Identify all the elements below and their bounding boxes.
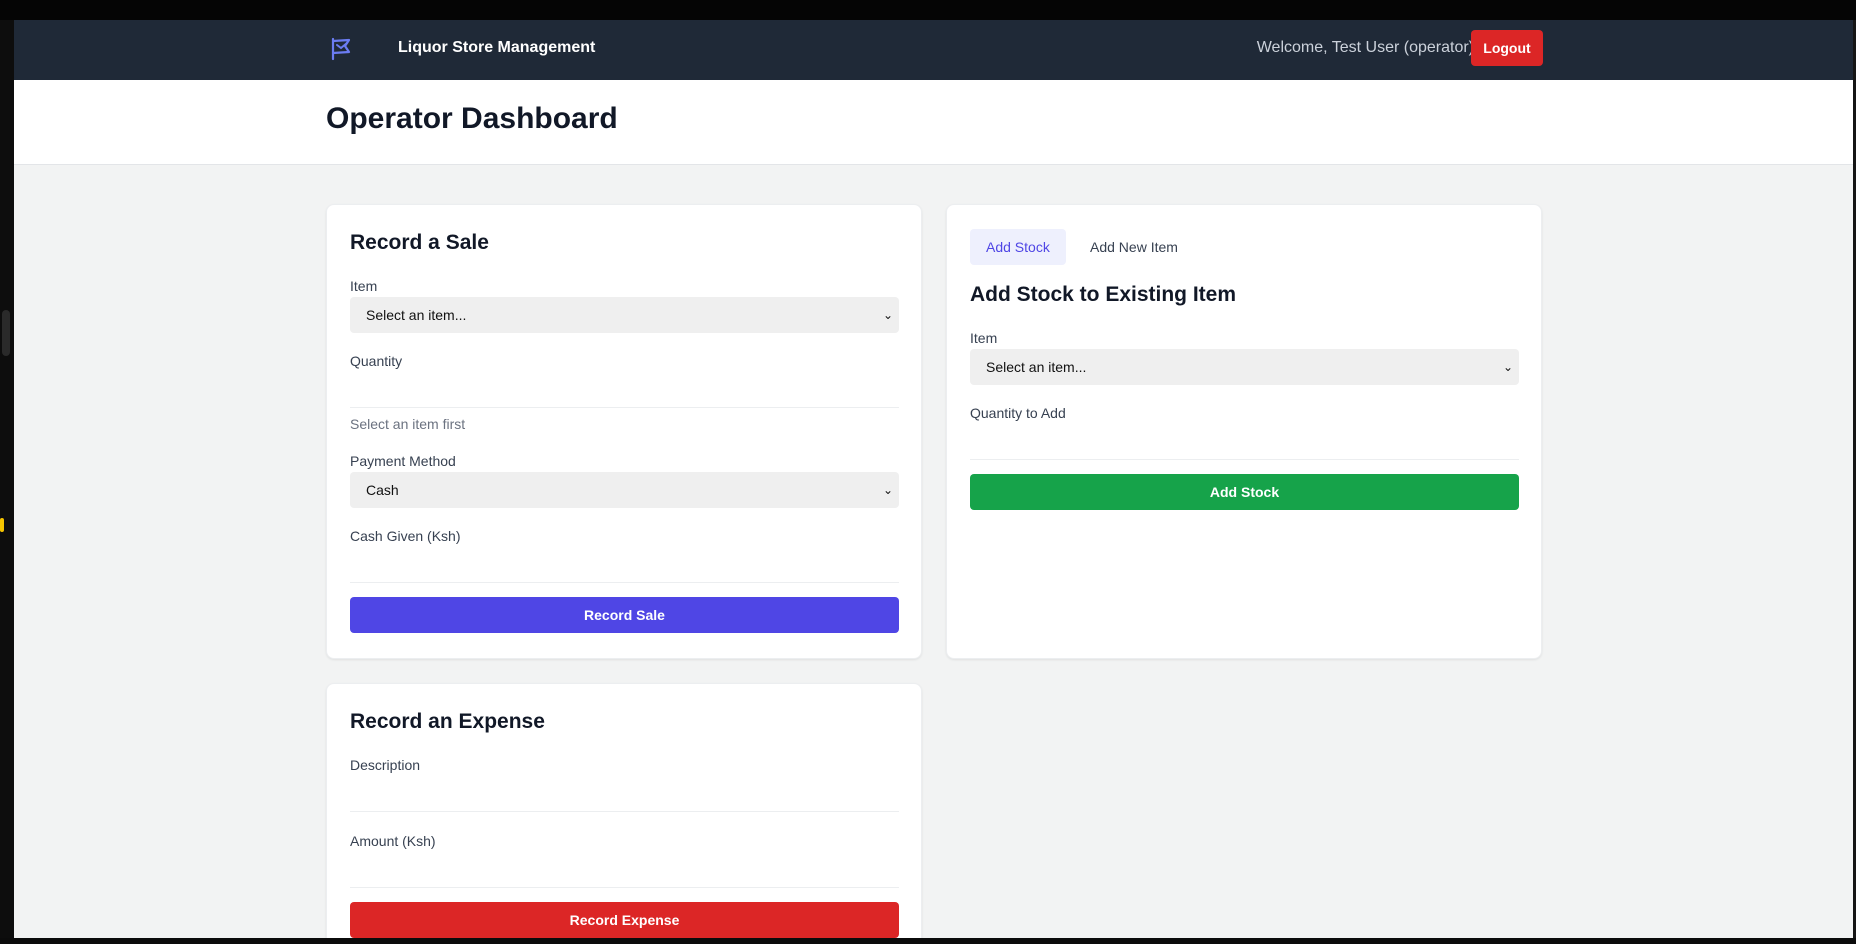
screen-top-edge <box>0 0 1856 20</box>
chevron-down-icon: ⌄ <box>882 483 893 497</box>
add-stock-button[interactable]: Add Stock <box>970 474 1519 510</box>
tab-add-stock[interactable]: Add Stock <box>970 229 1066 265</box>
stock-item-label: Item <box>970 330 998 346</box>
sale-item-select[interactable]: Select an item... ⌄ <box>350 297 899 333</box>
amount-input[interactable] <box>350 852 899 888</box>
chevron-down-icon: ⌄ <box>882 308 893 322</box>
store-flag-icon[interactable] <box>328 36 354 62</box>
app-window: Liquor Store Management Welcome, Test Us… <box>14 20 1853 938</box>
chevron-down-icon: ⌄ <box>1502 360 1513 374</box>
quantity-to-add-input[interactable] <box>970 424 1519 460</box>
record-expense-card: Record an Expense Description Amount (Ks… <box>326 683 922 938</box>
amount-label: Amount (Ksh) <box>350 833 436 849</box>
record-expense-title: Record an Expense <box>350 710 545 733</box>
record-sale-button[interactable]: Record Sale <box>350 597 899 633</box>
description-label: Description <box>350 757 421 773</box>
screen-bottom-edge <box>0 938 1856 944</box>
sale-quantity-label: Quantity <box>350 353 403 369</box>
page-header: Operator Dashboard <box>14 80 1853 165</box>
cash-given-input[interactable] <box>350 547 899 583</box>
sale-quantity-input[interactable] <box>350 372 899 408</box>
record-sale-title: Record a Sale <box>350 231 489 254</box>
edge-marker <box>0 518 4 532</box>
screen-left-edge <box>0 20 14 944</box>
description-input[interactable] <box>350 776 899 812</box>
stock-item-select[interactable]: Select an item... ⌄ <box>970 349 1519 385</box>
quantity-to-add-label: Quantity to Add <box>970 405 1066 421</box>
logout-button[interactable]: Logout <box>1471 30 1543 66</box>
add-stock-title: Add Stock to Existing Item <box>970 283 1237 306</box>
payment-method-label: Payment Method <box>350 453 456 469</box>
welcome-text: Welcome, Test User (operator) <box>1256 39 1474 56</box>
app-title: Liquor Store Management <box>398 39 596 56</box>
record-sale-card: Record a Sale Item Select an item... ⌄ Q… <box>326 204 922 659</box>
tab-add-new-item[interactable]: Add New Item <box>1074 229 1194 265</box>
sale-item-select-value: Select an item... <box>366 307 467 323</box>
sale-item-label: Item <box>350 278 378 294</box>
edge-handle <box>2 310 10 356</box>
payment-method-value: Cash <box>366 482 399 498</box>
payment-method-select[interactable]: Cash ⌄ <box>350 472 899 508</box>
stock-item-select-value: Select an item... <box>986 359 1087 375</box>
record-expense-button[interactable]: Record Expense <box>350 902 899 938</box>
page-title: Operator Dashboard <box>326 102 618 135</box>
sale-quantity-hint: Select an item first <box>350 416 466 432</box>
navbar: Liquor Store Management Welcome, Test Us… <box>14 20 1853 80</box>
add-stock-card: Add Stock Add New Item Add Stock to Exis… <box>946 204 1542 659</box>
cash-given-label: Cash Given (Ksh) <box>350 528 461 544</box>
